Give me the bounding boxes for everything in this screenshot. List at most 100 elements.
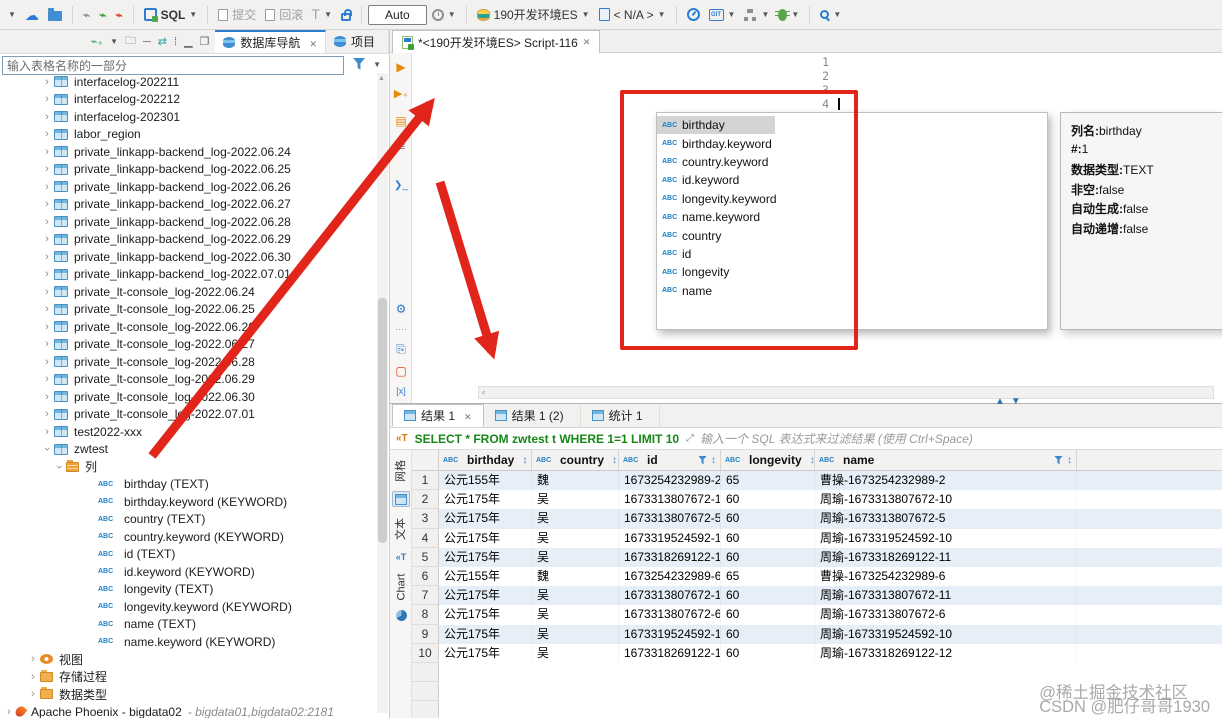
- cell-birthday[interactable]: 公元175年: [439, 490, 532, 510]
- sql-editor-button[interactable]: SQL: [140, 5, 202, 25]
- tree-item[interactable]: id (TEXT): [0, 546, 378, 564]
- cell-birthday[interactable]: 公元175年: [439, 547, 532, 567]
- cell-name[interactable]: 周瑜-1673313807672-6: [815, 605, 1077, 625]
- presentation-chart-tab[interactable]: Chart: [390, 570, 412, 623]
- chevron-icon[interactable]: [40, 111, 54, 123]
- filter-icon[interactable]: [353, 58, 365, 70]
- cell-name[interactable]: 周瑜-1673318269122-12: [815, 643, 1077, 663]
- sidebar-scrollbar[interactable]: ▲: [377, 73, 388, 713]
- new-cloud-connection-button[interactable]: ☁: [21, 5, 43, 25]
- toolbar-overflow-button[interactable]: [4, 8, 20, 22]
- search-button[interactable]: [816, 7, 845, 22]
- chevron-icon[interactable]: [40, 303, 54, 315]
- chevron-icon[interactable]: [40, 216, 54, 228]
- execute-statement-icon[interactable]: ▶: [390, 61, 412, 73]
- column-sort-icon[interactable]: [711, 455, 716, 466]
- tree-item[interactable]: Apache Phoenix - bigdata02 - bigdata01,b…: [0, 703, 378, 718]
- settings-gear-icon[interactable]: ⚙: [390, 303, 412, 315]
- open-connection-button[interactable]: [44, 5, 66, 24]
- tree-item[interactable]: private_linkapp-backend_log-2022.06.30: [0, 248, 378, 266]
- view-menu-icon[interactable]: ⁞: [174, 36, 177, 48]
- reconnect-button[interactable]: ⌁: [95, 5, 110, 25]
- completion-item[interactable]: longevity: [657, 263, 1047, 281]
- cell-country[interactable]: 吴: [532, 509, 619, 529]
- completion-item[interactable]: longevity.keyword: [657, 190, 1047, 208]
- table-row[interactable]: 3 公元175年 吴 1673313807672-5 60 周瑜-1673313…: [412, 509, 1222, 529]
- chevron-icon[interactable]: [40, 268, 54, 280]
- tree-item[interactable]: zwtest: [0, 441, 378, 459]
- cell-birthday[interactable]: 公元175年: [439, 643, 532, 663]
- script-log-icon[interactable]: ≣: [390, 139, 412, 151]
- results-tab[interactable]: 结果 1 (2): [484, 404, 581, 427]
- sidebar-tab[interactable]: 数据库导航: [215, 30, 326, 53]
- cell-id[interactable]: 1673313807672-11: [619, 586, 721, 606]
- table-row[interactable]: 4 公元175年 吴 1673319524592-10 60 周瑜-167331…: [412, 528, 1222, 548]
- cell-country[interactable]: 吴: [532, 586, 619, 606]
- cell-id[interactable]: 1673319524592-10: [619, 624, 721, 644]
- chevron-icon[interactable]: [40, 373, 54, 385]
- chevron-icon[interactable]: [40, 443, 54, 455]
- tree-item[interactable]: interfacelog-202212: [0, 91, 378, 109]
- tree-item[interactable]: 存储过程: [0, 668, 378, 686]
- tree-item[interactable]: private_linkapp-backend_log-2022.06.26: [0, 178, 378, 196]
- completion-item[interactable]: id.keyword: [657, 171, 1047, 189]
- chevron-icon[interactable]: [40, 391, 54, 403]
- history-button[interactable]: [428, 6, 460, 24]
- cell-country[interactable]: 吴: [532, 605, 619, 625]
- code-line-4[interactable]: 4: [802, 97, 840, 111]
- tree-item[interactable]: 视图: [0, 651, 378, 669]
- tree-item[interactable]: country (TEXT): [0, 511, 378, 529]
- cell-country[interactable]: 吴: [532, 547, 619, 567]
- tab-close-icon[interactable]: [305, 36, 317, 50]
- tree-item[interactable]: 数据类型: [0, 686, 378, 704]
- results-tab[interactable]: 结果 1: [392, 404, 484, 427]
- chevron-icon[interactable]: [40, 233, 54, 245]
- schema-selector[interactable]: < N/A >: [595, 5, 670, 25]
- collapse-all-icon[interactable]: ─: [143, 36, 151, 48]
- results-panel-resize-arrows[interactable]: ▲▼: [995, 396, 1027, 407]
- tree-item[interactable]: private_lt-console_log-2022.06.28: [0, 353, 378, 371]
- cell-name[interactable]: 周瑜-1673313807672-10: [815, 490, 1077, 510]
- export-result-icon[interactable]: ⎘: [390, 343, 412, 355]
- lock-button[interactable]: [337, 6, 355, 24]
- completion-item[interactable]: name: [657, 282, 1047, 300]
- tree-item[interactable]: private_lt-console_log-2022.06.30: [0, 388, 378, 406]
- caret-down-icon[interactable]: [110, 38, 118, 46]
- minimize-panel-icon[interactable]: ▁: [184, 35, 192, 48]
- tab-close-icon[interactable]: [460, 409, 472, 423]
- tree-item[interactable]: private_lt-console_log-2022.06.26: [0, 318, 378, 336]
- cell-id[interactable]: 1673313807672-10: [619, 490, 721, 510]
- cell-longevity[interactable]: 60: [721, 624, 815, 644]
- tree-item[interactable]: private_linkapp-backend_log-2022.06.25: [0, 161, 378, 179]
- cell-name[interactable]: 周瑜-1673319524592-10: [815, 528, 1077, 548]
- more-dots-icon[interactable]: ····: [390, 325, 412, 334]
- tree-item[interactable]: id.keyword (KEYWORD): [0, 563, 378, 581]
- column-sort-icon[interactable]: [810, 455, 815, 466]
- cell-longevity[interactable]: 60: [721, 643, 815, 663]
- table-row[interactable]: 2 公元175年 吴 1673313807672-10 60 周瑜-167331…: [412, 490, 1222, 510]
- column-header[interactable]: country: [532, 450, 619, 470]
- chevron-icon[interactable]: [2, 706, 16, 718]
- transaction-mode-button[interactable]: Ꭲ: [308, 5, 336, 24]
- completion-item[interactable]: birthday.keyword: [657, 134, 1047, 152]
- completion-item[interactable]: id: [657, 245, 1047, 263]
- chevron-icon[interactable]: [40, 356, 54, 368]
- chevron-icon[interactable]: [40, 181, 54, 193]
- cell-birthday[interactable]: 公元175年: [439, 509, 532, 529]
- cell-id[interactable]: 1673319524592-10: [619, 528, 721, 548]
- cell-id[interactable]: 1673313807672-5: [619, 509, 721, 529]
- tree-item[interactable]: private_linkapp-backend_log-2022.06.27: [0, 196, 378, 214]
- editor-tab-script-116[interactable]: *<190开发环境ES> Script-116: [392, 30, 601, 53]
- tree-item[interactable]: labor_region: [0, 126, 378, 144]
- tab-close-icon[interactable]: [583, 37, 591, 48]
- completion-item[interactable]: birthday: [657, 116, 1047, 135]
- cell-birthday[interactable]: 公元175年: [439, 528, 532, 548]
- cell-name[interactable]: 周瑜-1673313807672-11: [815, 586, 1077, 606]
- cell-id[interactable]: 1673254232989-2: [619, 471, 721, 491]
- tree-item[interactable]: birthday (TEXT): [0, 476, 378, 494]
- tree-item[interactable]: private_lt-console_log-2022.06.27: [0, 336, 378, 354]
- maximize-panel-icon[interactable]: ❐: [200, 35, 210, 48]
- new-folder-icon[interactable]: 🗀: [125, 32, 136, 51]
- cell-id[interactable]: 1673318269122-11: [619, 547, 721, 567]
- table-row[interactable]: 7 公元175年 吴 1673313807672-11 60 周瑜-167331…: [412, 586, 1222, 606]
